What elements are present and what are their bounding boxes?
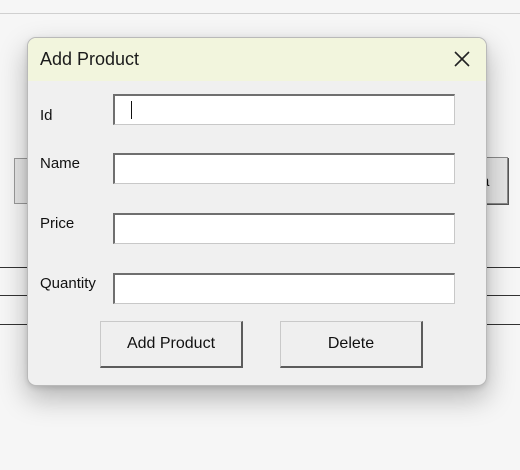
id-field[interactable] — [113, 94, 455, 125]
price-field[interactable] — [113, 213, 455, 244]
name-field[interactable] — [113, 153, 455, 184]
dialog-titlebar: Add Product — [28, 38, 486, 81]
id-label: Id — [40, 107, 53, 124]
close-button[interactable] — [446, 44, 478, 76]
add-product-dialog: Add Product Id Name Price Quantity Add P… — [27, 37, 487, 386]
close-icon — [454, 51, 470, 67]
quantity-label: Quantity — [40, 275, 96, 292]
quantity-field[interactable] — [113, 273, 455, 304]
text-cursor — [131, 101, 132, 119]
add-product-button[interactable]: Add Product — [100, 321, 243, 368]
delete-button[interactable]: Delete — [280, 321, 423, 368]
background-divider — [0, 13, 520, 14]
screen: a Add Product Id Name Price Quantity Add… — [0, 0, 520, 470]
name-label: Name — [40, 155, 81, 172]
price-label: Price — [40, 215, 75, 232]
dialog-title: Add Product — [40, 49, 140, 69]
